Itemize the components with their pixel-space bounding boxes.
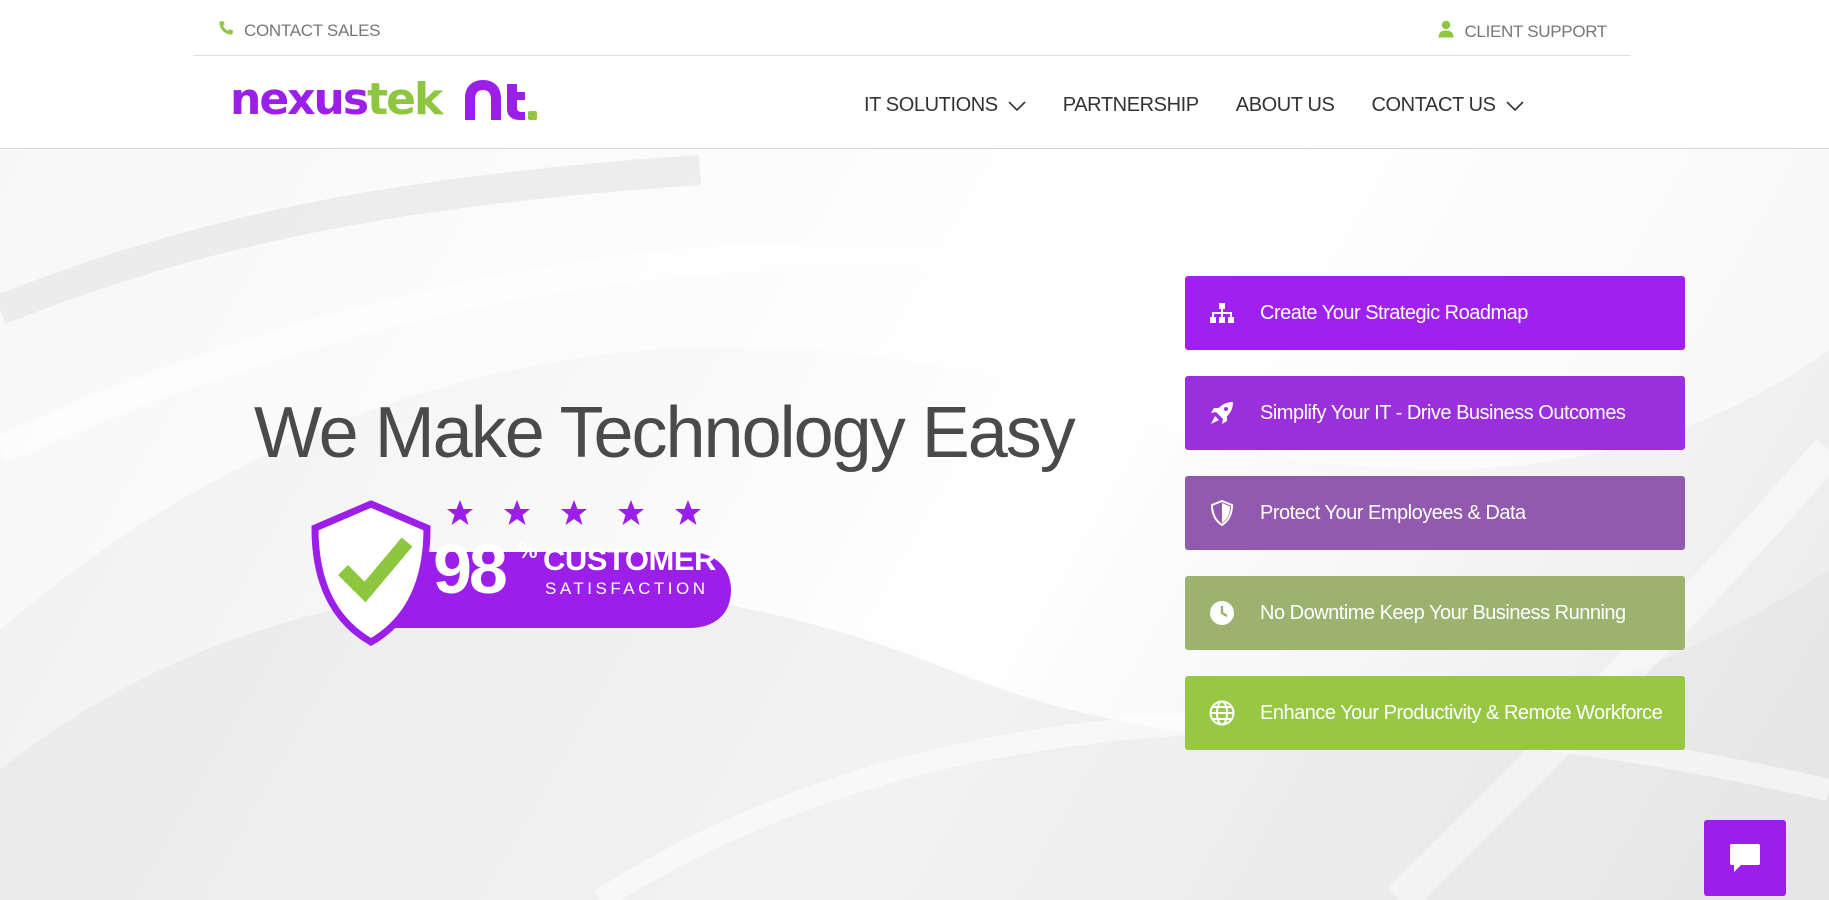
nav-contact-us-label: CONTACT US: [1371, 94, 1496, 116]
star-icon: [504, 500, 530, 525]
top-utility-bar: CONTACT SALES CLIENT SUPPORT: [0, 0, 1829, 56]
cta-protect-employees[interactable]: Protect Your Employees & Data: [1185, 476, 1685, 550]
hero-headline: We Make Technology Easy: [254, 393, 1076, 473]
globe-icon: [1207, 698, 1237, 728]
cta-protect-employees-label: Protect Your Employees & Data: [1260, 501, 1526, 524]
cta-strategic-roadmap-label: Create Your Strategic Roadmap: [1260, 301, 1528, 324]
rocket-icon: [1207, 398, 1237, 428]
nav-about-us[interactable]: ABOUT US: [1236, 94, 1335, 117]
client-support-label: CLIENT SUPPORT: [1464, 21, 1607, 41]
contact-sales-link[interactable]: CONTACT SALES: [218, 20, 381, 41]
star-icon: [561, 500, 587, 525]
chat-launcher-button[interactable]: [1704, 820, 1786, 896]
chevron-down-icon: [1506, 100, 1524, 111]
star-rating: [447, 500, 701, 525]
nav-partnership[interactable]: PARTNERSHIP: [1063, 94, 1199, 117]
nav-partnership-label: PARTNERSHIP: [1062, 94, 1199, 116]
hero-section: We Make Technology Easy 98 % CUSTOMER SA…: [0, 150, 1829, 900]
chevron-down-icon: [1008, 100, 1026, 111]
satisfaction-line2: SATISFACTION: [545, 579, 709, 598]
main-header: nexustek IT SOLUTIONS PARTNERSHIP ABOUT …: [0, 56, 1829, 149]
phone-icon: [218, 20, 234, 41]
cta-simplify-it-label: Simplify Your IT - Drive Business Outcom…: [1260, 401, 1626, 424]
cta-enhance-productivity-label: Enhance Your Productivity & Remote Workf…: [1260, 701, 1663, 724]
main-nav: IT SOLUTIONS PARTNERSHIP ABOUT US CONTAC…: [864, 94, 1561, 117]
satisfaction-line1: CUSTOMER: [543, 542, 716, 577]
nav-it-solutions[interactable]: IT SOLUTIONS: [864, 94, 1026, 117]
clock-icon: [1207, 598, 1237, 628]
satisfaction-percent-symbol: %: [518, 538, 538, 563]
client-support-link[interactable]: CLIENT SUPPORT: [1438, 20, 1607, 43]
star-icon: [447, 500, 473, 525]
cta-button-list: Create Your Strategic Roadmap Simplify Y…: [1185, 276, 1685, 776]
cta-enhance-productivity[interactable]: Enhance Your Productivity & Remote Workf…: [1185, 676, 1685, 750]
satisfaction-badge: 98 % CUSTOMER SATISFACTION: [305, 498, 735, 648]
chat-bubble-icon: [1730, 844, 1760, 872]
nav-it-solutions-label: IT SOLUTIONS: [864, 94, 998, 116]
nav-contact-us[interactable]: CONTACT US: [1371, 94, 1524, 117]
cta-simplify-it[interactable]: Simplify Your IT - Drive Business Outcom…: [1185, 376, 1685, 450]
user-icon: [1438, 20, 1454, 43]
top-utility-bar-inner: CONTACT SALES CLIENT SUPPORT: [193, 0, 1631, 56]
nexustek-logo[interactable]: nexustek: [230, 74, 539, 126]
nav-about-us-label: ABOUT US: [1235, 94, 1335, 116]
contact-sales-label: CONTACT SALES: [244, 20, 381, 40]
logo-mark-icon: [465, 80, 538, 120]
star-icon: [675, 500, 701, 525]
cta-strategic-roadmap[interactable]: Create Your Strategic Roadmap: [1185, 276, 1685, 350]
satisfaction-percent: 98: [433, 530, 508, 608]
star-icon: [618, 500, 644, 525]
sitemap-icon: [1207, 298, 1237, 328]
cta-no-downtime[interactable]: No Downtime Keep Your Business Running: [1185, 576, 1685, 650]
logo-wordmark: nexustek: [230, 74, 443, 125]
cta-no-downtime-label: No Downtime Keep Your Business Running: [1260, 601, 1626, 624]
shield-icon: [1207, 498, 1237, 528]
